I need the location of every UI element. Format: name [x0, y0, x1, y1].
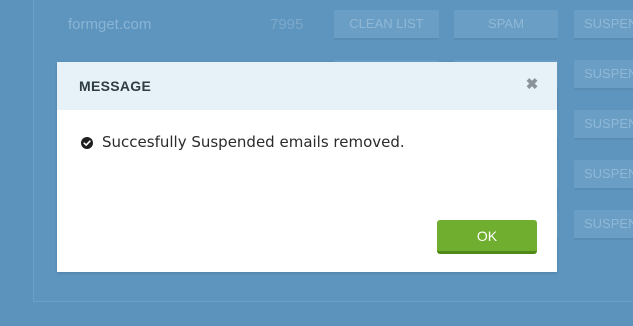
spam-button[interactable]: SPAM [454, 10, 558, 40]
list-row: formget.com 7995 CLEAN LIST SPAM SUSPEND [34, 0, 633, 48]
dialog-header: MESSAGE ✖ [57, 62, 557, 110]
check-circle-icon [81, 137, 93, 149]
ok-button[interactable]: OK [437, 220, 537, 254]
row-domain: formget.com [68, 16, 152, 33]
message-dialog: MESSAGE ✖ Succesfully Suspended emails r… [57, 62, 557, 272]
suspend-button[interactable]: SUSPEND [574, 60, 633, 90]
dialog-body: Succesfully Suspended emails removed. OK [57, 110, 557, 272]
dialog-title: MESSAGE [79, 78, 152, 94]
suspend-button[interactable]: SUSPEND [574, 110, 633, 140]
suspend-button[interactable]: SUSPEND [574, 210, 633, 240]
suspend-button[interactable]: SUSPEND [574, 160, 633, 190]
close-icon[interactable]: ✖ [525, 76, 539, 94]
row-count: 7995 [270, 16, 304, 33]
clean-list-button[interactable]: CLEAN LIST [334, 10, 439, 40]
suspend-button[interactable]: SUSPEND [574, 10, 633, 40]
dialog-message: Succesfully Suspended emails removed. [102, 133, 405, 151]
